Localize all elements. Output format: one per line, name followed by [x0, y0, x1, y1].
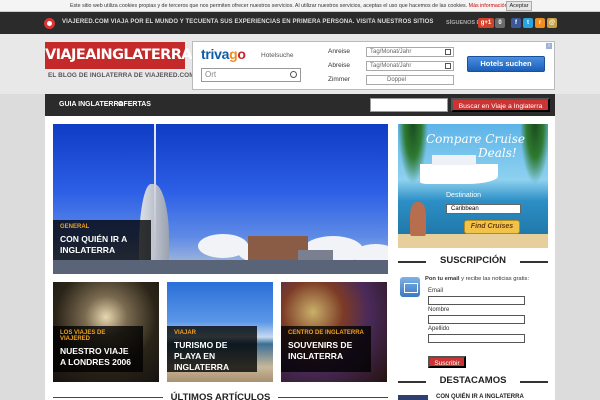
email-subscribe-icon [400, 277, 420, 297]
facebook-icon[interactable]: f [511, 18, 521, 28]
hero-image-ground [53, 260, 388, 274]
surname-label: Apellido [428, 326, 450, 332]
site-search-input[interactable] [370, 98, 448, 112]
search-icon[interactable] [290, 71, 297, 78]
email-label: Email [428, 288, 444, 294]
google-plus-icon[interactable]: g+1 [478, 18, 494, 28]
cookie-text: Este sitio web utiliza cookies propias y… [70, 3, 508, 9]
find-cruises-button[interactable]: Find Cruises [464, 220, 520, 234]
post-card-title[interactable]: TURISMO DE PLAYA EN INGLATERRA [174, 340, 250, 373]
viajered-logo-icon[interactable] [44, 18, 55, 29]
post-card-caption[interactable]: CENTRO DE INGLATERRA SOUVENIRS DE INGLAT… [281, 326, 371, 372]
post-card-title[interactable]: SOUVENIRS DE INGLATERRA [288, 340, 364, 362]
ad-title: Compare Cruise [426, 132, 526, 146]
cruise-ad-banner[interactable]: Compare Cruise Deals! Destination Caribb… [398, 124, 548, 248]
cookie-accept-button[interactable]: Aceptar [506, 1, 532, 11]
checkout-date-value: Tag/Monat/Jahr [370, 63, 412, 69]
cruise-ship-image [420, 155, 498, 184]
name-field[interactable] [428, 315, 525, 324]
trivago-logo-part: a [221, 46, 230, 62]
ad-destination-select[interactable]: Caribbean [446, 204, 521, 214]
trivago-subtitle: Hotelsuche [261, 52, 294, 59]
post-card-title[interactable]: NUESTRO VIAJE A LONDRES 2006 [60, 346, 136, 368]
calendar-icon[interactable] [445, 63, 451, 69]
ad-info-icon[interactable]: i [546, 43, 552, 49]
post-card-category[interactable]: LOS VIAJES DE VIAJERED [60, 330, 136, 342]
post-card-caption[interactable]: LOS VIAJES DE VIAJERED NUESTRO VIAJE A L… [53, 326, 143, 372]
featured-item-title[interactable]: CON QUIÉN IR A INGLATERRA [436, 394, 524, 400]
hero-featured-post[interactable]: GENERAL CON QUIÉN IR A INGLATERRA [53, 124, 388, 274]
hero-caption[interactable]: GENERAL CON QUIÉN IR A INGLATERRA [53, 220, 151, 260]
subscription-text-bold: Pon tu email [425, 276, 460, 282]
hero-image-tower-mast [154, 124, 156, 274]
location-input[interactable]: Ort [201, 68, 301, 82]
ad-title-second-line: Deals! [478, 146, 517, 160]
name-label: Nombre [428, 307, 450, 313]
counter-badge: 0 [495, 18, 505, 28]
site-subtitle: EL BLOG DE INGLATERRA DE VIAJERED.COM [48, 72, 195, 79]
nav-item-ofertas[interactable]: OFERTAS [118, 94, 151, 116]
nav-item-guia-inglaterra[interactable]: GUIA INGLATERRA [59, 94, 124, 116]
rss-icon[interactable]: r [535, 18, 545, 28]
subscription-text: Pon tu email y recibe las noticias grati… [425, 276, 529, 282]
cookie-bar: Este sitio web utiliza cookies propias y… [0, 0, 600, 12]
checkin-date-value: Tag/Monat/Jahr [370, 49, 412, 55]
post-card-caption[interactable]: VIAJAR TURISMO DE PLAYA EN INGLATERRA [167, 326, 257, 372]
featured-item[interactable]: CON QUIÉN IR A INGLATERRA [398, 394, 548, 400]
featured-item-thumbnail[interactable] [398, 395, 428, 400]
trivago-logo-part: v [214, 46, 222, 62]
checkin-label: Anreise [328, 48, 351, 55]
email-field[interactable] [428, 296, 525, 305]
post-card-playa[interactable]: VIAJAR TURISMO DE PLAYA EN INGLATERRA [167, 282, 273, 382]
checkout-date-field[interactable]: Tag/Monat/Jahr [366, 61, 454, 71]
email-icon[interactable]: @ [547, 18, 557, 28]
trivago-logo[interactable]: trivago [201, 46, 246, 62]
post-card-category[interactable]: CENTRO DE INGLATERRA [288, 330, 364, 336]
site-search-button[interactable]: Buscar en Viaje a Inglaterra [451, 98, 550, 112]
main-nav: GUIA INGLATERRA OFERTAS Buscar en Viaje … [45, 94, 555, 116]
location-placeholder: Ort [205, 70, 217, 79]
search-hotels-button[interactable]: Hotels suchen [467, 56, 545, 72]
checkout-label: Abreise [328, 62, 351, 69]
cookie-more-info-link[interactable]: Más información [469, 3, 508, 9]
beach-sand [398, 234, 548, 248]
post-card-souvenirs[interactable]: CENTRO DE INGLATERRA SOUVENIRS DE INGLAT… [281, 282, 387, 382]
post-card-londres[interactable]: LOS VIAJES DE VIAJERED NUESTRO VIAJE A L… [53, 282, 159, 382]
trivago-logo-part: o [237, 46, 246, 62]
calendar-icon[interactable] [445, 49, 451, 55]
site-logo[interactable]: VIAJEAINGLATERRA [45, 42, 192, 69]
room-type-select[interactable]: Doppel [366, 75, 454, 85]
cookie-message: Este sitio web utiliza cookies propias y… [70, 3, 468, 9]
checkin-date-field[interactable]: Tag/Monat/Jahr [366, 47, 454, 57]
room-label: Zimmer [328, 76, 351, 83]
ad-destination-label: Destination [446, 192, 482, 199]
twitter-icon[interactable]: t [523, 18, 533, 28]
trivago-logo-part: tri [201, 46, 215, 62]
subscribe-button[interactable]: Suscribir [428, 356, 466, 368]
post-card-category[interactable]: VIAJAR [174, 330, 250, 336]
subscription-heading: SUSCRIPCIÓN [398, 255, 548, 269]
featured-heading: DESTACAMOS [398, 375, 548, 389]
hero-title[interactable]: CON QUIÉN IR A INGLATERRA [60, 234, 144, 256]
top-bar: VIAJERED.COM VIAJA POR EL MUNDO Y TECUEN… [0, 12, 600, 34]
network-tagline[interactable]: VIAJERED.COM VIAJA POR EL MUNDO Y TECUEN… [62, 19, 433, 25]
surname-field[interactable] [428, 334, 525, 343]
hero-category[interactable]: GENERAL [60, 224, 144, 230]
trivago-hotel-search-widget: i trivago Hotelsuche Ort Anreise Tag/Mon… [192, 41, 555, 90]
room-type-value: Doppel [387, 77, 407, 83]
subscription-text-rest: y recibe las noticias gratis: [459, 276, 530, 282]
beach-person [410, 202, 426, 236]
latest-articles-heading: ÚLTIMOS ARTÍCULOS [53, 392, 388, 400]
